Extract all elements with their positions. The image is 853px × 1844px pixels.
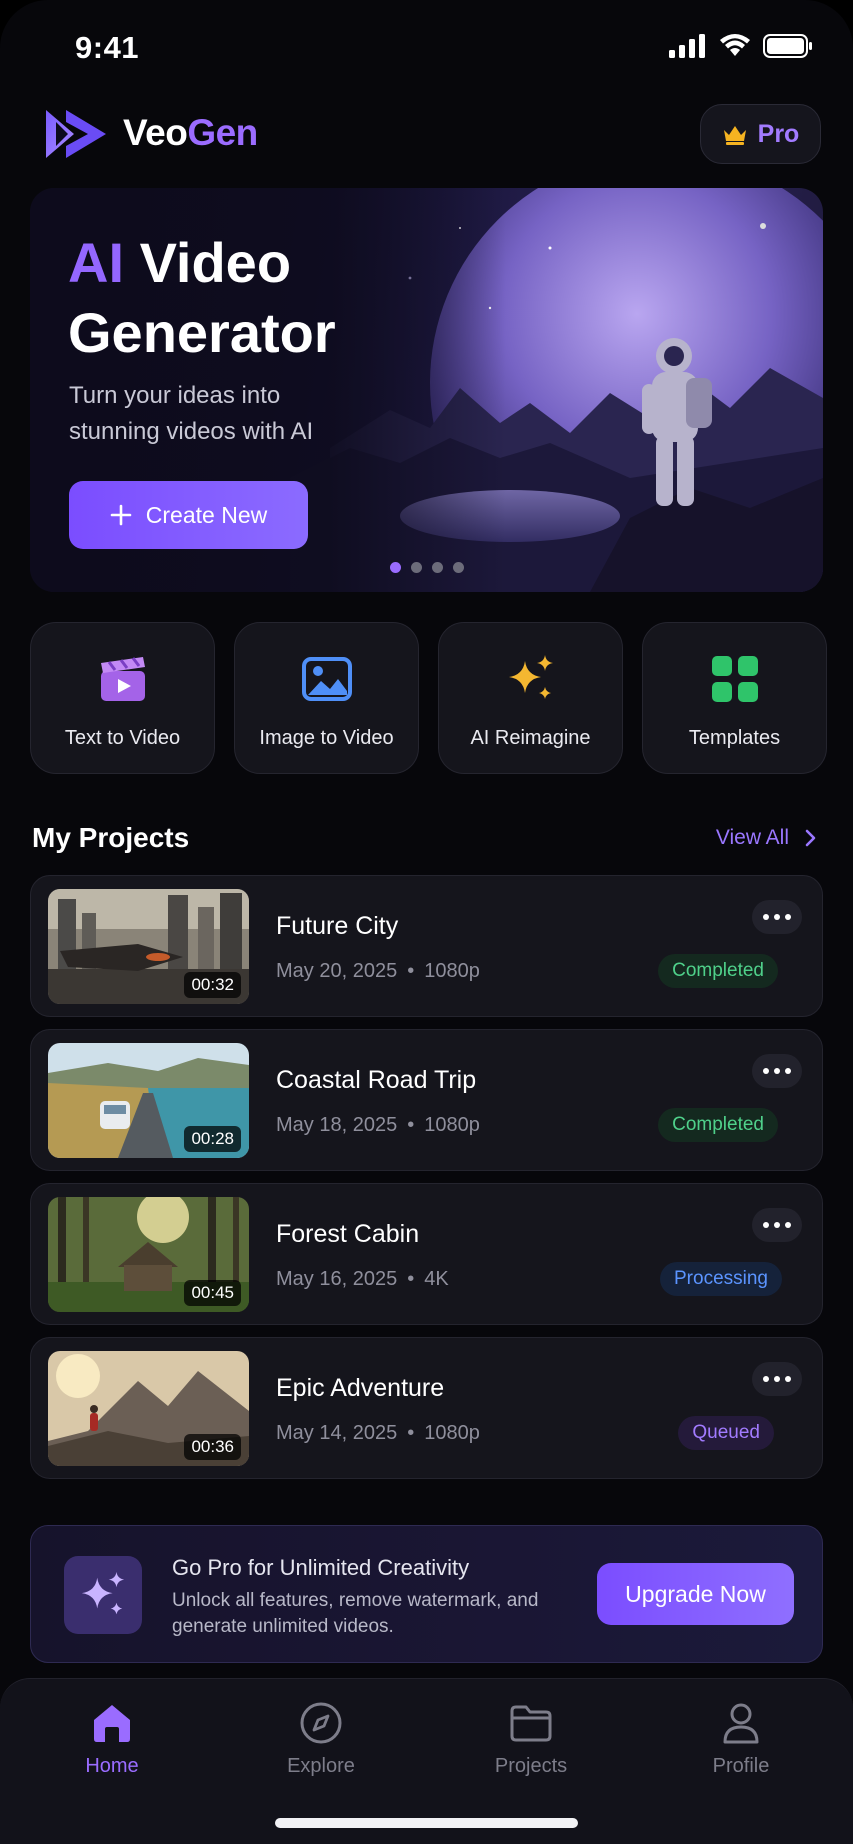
wifi-icon: [720, 34, 750, 56]
project-meta: May 20, 2025 • 1080p: [276, 960, 480, 982]
clapperboard-icon: [100, 657, 145, 701]
project-card[interactable]: 00:45 Forest Cabin May 16, 2025 • 4K Proce…: [30, 1183, 823, 1325]
project-meta: May 14, 2025 • 1080p: [276, 1422, 480, 1444]
view-all-link[interactable]: View All: [716, 826, 817, 850]
plus-icon: [110, 504, 132, 526]
status-time: 9:41: [75, 30, 140, 65]
home-indicator: [275, 1818, 578, 1828]
project-date: May 14, 2025: [276, 1422, 398, 1444]
more-options-button[interactable]: [752, 900, 802, 934]
hero-title: AI Video Generator: [68, 228, 336, 368]
duration-badge: 00:45: [184, 1280, 241, 1306]
project-resolution: 1080p: [424, 960, 480, 982]
projects-section-title: My Projects: [32, 822, 190, 853]
project-title: Forest Cabin: [276, 1220, 420, 1248]
project-thumbnail: 00:36: [48, 1351, 249, 1466]
hero-banner[interactable]: AI Video Generator Turn your ideas into …: [30, 188, 823, 592]
project-title: Coastal Road Trip: [276, 1066, 477, 1094]
project-resolution: 4K: [424, 1268, 449, 1290]
text-to-video-button[interactable]: Text to Video: [30, 622, 215, 774]
project-title: Future City: [276, 912, 399, 940]
more-options-button[interactable]: [752, 1054, 802, 1088]
pro-label: Pro: [757, 119, 800, 148]
ai-reimagine-button[interactable]: AI Reimagine: [438, 622, 623, 774]
tab-projects-label: Projects: [494, 1755, 568, 1777]
upgrade-promo-card: Go Pro for Unlimited Creativity Unlock a…: [30, 1525, 823, 1663]
crown-icon: [723, 126, 746, 145]
project-card[interactable]: 00:36 Epic Adventure May 14, 2025 • 1080p …: [30, 1337, 823, 1479]
compass-icon: [300, 1702, 342, 1744]
tab-profile[interactable]: Profile: [676, 1701, 806, 1778]
hero-subtitle: Turn your ideas into stunning videos wit…: [69, 382, 314, 445]
tab-home-label: Home: [85, 1755, 139, 1777]
battery-icon: [763, 34, 812, 58]
pro-button[interactable]: Pro: [700, 104, 821, 164]
status-icons: [669, 34, 813, 58]
project-card[interactable]: 00:32 Future City May 20, 2025 • 1080p Com…: [30, 875, 823, 1017]
project-thumbnail: 00:32: [48, 889, 249, 1004]
grid-icon: [711, 656, 758, 702]
app-header: VeoGen Pro: [0, 100, 853, 180]
carousel-dots: [390, 562, 464, 573]
text-to-video-label: Text to Video: [64, 727, 181, 749]
brand-name: VeoGen: [123, 112, 258, 154]
sparkles-icon: [508, 655, 553, 699]
hero-title-line2: Generator: [68, 301, 336, 364]
tab-explore[interactable]: Explore: [256, 1701, 386, 1778]
duration-badge: 00:32: [184, 972, 241, 998]
brand-part-2: Gen: [187, 112, 258, 153]
folder-icon: [510, 1705, 552, 1742]
carousel-dot[interactable]: [411, 562, 422, 573]
project-card[interactable]: 00:28 Coastal Road Trip May 18, 2025 • 108…: [30, 1029, 823, 1171]
signal-icon: [669, 34, 705, 58]
status-badge: Completed: [658, 954, 778, 988]
image-to-video-button[interactable]: Image to Video: [234, 622, 419, 774]
create-new-button[interactable]: Create New: [69, 481, 308, 549]
carousel-dot[interactable]: [432, 562, 443, 573]
project-resolution: 1080p: [424, 1422, 480, 1444]
carousel-dot[interactable]: [390, 562, 401, 573]
project-date: May 18, 2025: [276, 1114, 398, 1136]
promo-description: Unlock all features, remove watermark, a…: [172, 1590, 539, 1637]
image-to-video-label: Image to Video: [259, 727, 394, 749]
hero-title-rest: Video: [139, 231, 292, 294]
carousel-dot[interactable]: [453, 562, 464, 573]
status-badge: Completed: [658, 1108, 778, 1142]
app-screen: 9:41 VeoGen Pro AI Video Generator Turn …: [0, 0, 853, 1844]
project-meta: May 16, 2025 • 4K: [276, 1268, 449, 1290]
duration-badge: 00:36: [184, 1434, 241, 1460]
project-date: May 16, 2025: [276, 1268, 398, 1290]
tab-profile-label: Profile: [712, 1755, 770, 1777]
duration-badge: 00:28: [184, 1126, 241, 1152]
project-date: May 20, 2025: [276, 960, 398, 982]
project-thumbnail: 00:45: [48, 1197, 249, 1312]
templates-button[interactable]: Templates: [642, 622, 827, 774]
project-title: Epic Adventure: [276, 1374, 445, 1402]
project-meta: May 18, 2025 • 1080p: [276, 1114, 480, 1136]
templates-label: Templates: [688, 727, 781, 749]
more-options-button[interactable]: [752, 1362, 802, 1396]
upgrade-now-button[interactable]: Upgrade Now: [597, 1563, 794, 1625]
tab-projects[interactable]: Projects: [466, 1701, 596, 1778]
promo-sparkles-icon: [64, 1556, 142, 1634]
home-icon: [94, 1705, 130, 1742]
user-icon: [723, 1703, 759, 1744]
status-badge: Processing: [660, 1262, 782, 1296]
status-badge: Queued: [678, 1416, 774, 1450]
project-resolution: 1080p: [424, 1114, 480, 1136]
status-bar: 9:41: [0, 0, 853, 96]
view-all-label: View All: [715, 826, 789, 849]
tab-explore-label: Explore: [287, 1755, 355, 1777]
tab-home[interactable]: Home: [47, 1701, 177, 1778]
hero-title-accent: AI: [68, 231, 124, 294]
chevron-right-icon: [805, 829, 816, 847]
project-thumbnail: 00:28: [48, 1043, 249, 1158]
more-options-button[interactable]: [752, 1208, 802, 1242]
logo-icon: [46, 110, 106, 158]
ai-reimagine-label: AI Reimagine: [470, 727, 591, 749]
promo-title: Go Pro for Unlimited Creativity: [172, 1555, 470, 1580]
brand-part-1: Veo: [123, 112, 188, 153]
create-new-label: Create New: [145, 501, 268, 528]
image-icon: [301, 657, 352, 701]
